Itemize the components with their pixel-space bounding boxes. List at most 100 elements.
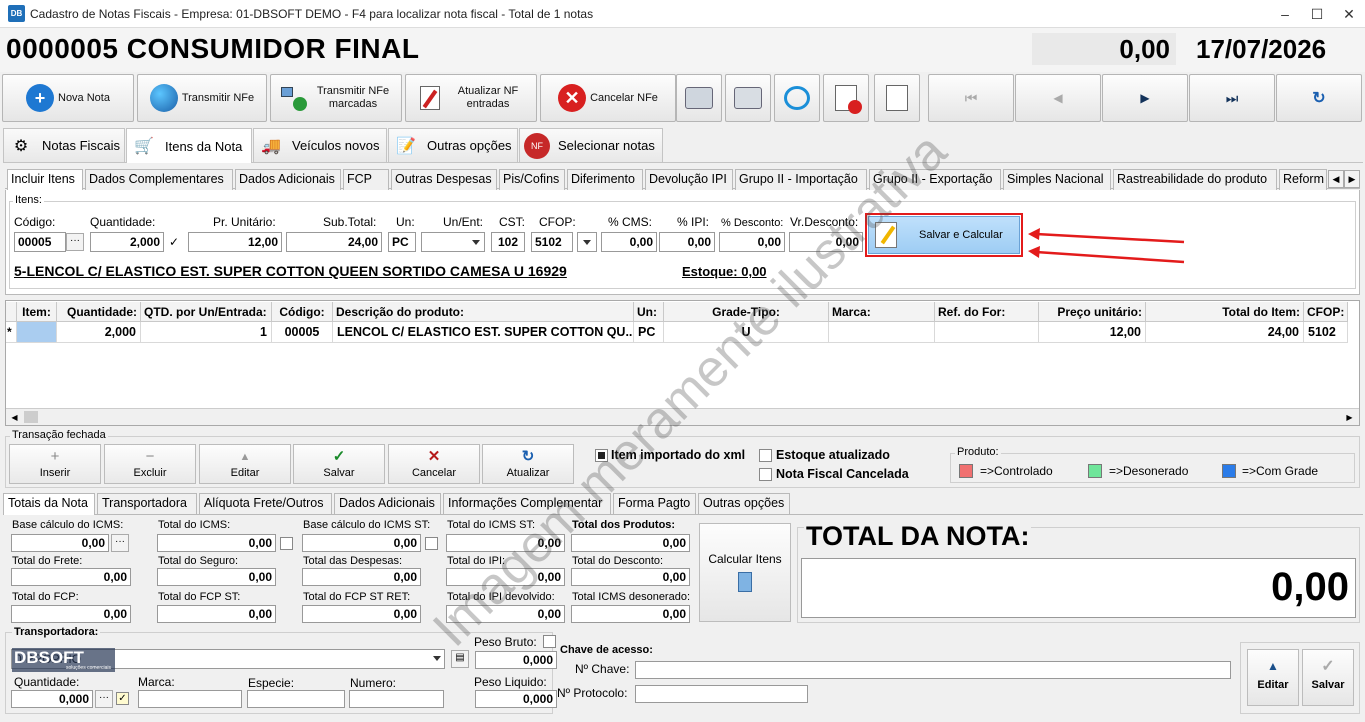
nf-cancelada-checkbox[interactable] — [759, 468, 772, 481]
subtab-rastreabilidade[interactable]: Rastreabilidade do produto — [1113, 169, 1277, 190]
quantidade-vol-lookup[interactable]: ··· — [95, 690, 113, 708]
total-fcp-value[interactable]: 0,00 — [11, 605, 131, 623]
maximize-button[interactable]: ☐ — [1302, 2, 1332, 26]
subtab-outras-despesas[interactable]: Outras Despesas — [391, 169, 497, 190]
cancel-xml-button[interactable] — [823, 74, 869, 122]
atualizar-item-button[interactable]: ↻ Atualizar — [482, 444, 574, 484]
subtab-simples-nacional[interactable]: Simples Nacional — [1003, 169, 1111, 190]
marca-input[interactable] — [138, 690, 242, 708]
cell-descricao[interactable]: LENCOL C/ ELASTICO EST. SUPER COTTON QU.… — [333, 322, 634, 343]
email-button[interactable] — [774, 74, 820, 122]
pr-unitario-input[interactable]: 12,00 — [188, 232, 282, 252]
inserir-button[interactable]: + Inserir — [9, 444, 101, 484]
subtab-dados-adicionais[interactable]: Dados Adicionais — [235, 169, 341, 190]
cms-input[interactable]: 0,00 — [601, 232, 657, 252]
salvar-nota-button[interactable]: ✓ Salvar — [1302, 649, 1354, 706]
cancelar-item-button[interactable]: ✕ Cancelar — [388, 444, 480, 484]
total-frete-value[interactable]: 0,00 — [11, 568, 131, 586]
desconto-input[interactable]: 0,00 — [719, 232, 785, 252]
subtab-grupo-exportacao[interactable]: Grupo II - Exportação — [869, 169, 1001, 190]
total-fcp-st-ret-value[interactable]: 0,00 — [302, 605, 421, 623]
cell-preco[interactable]: 12,00 — [1039, 322, 1146, 343]
cancelar-nfe-button[interactable]: ✕ Cancelar NFe — [540, 74, 676, 122]
col-un[interactable]: Un: — [634, 302, 664, 322]
peso-bruto-value[interactable]: 0,000 — [475, 651, 557, 669]
codigo-input[interactable]: 00005 — [14, 232, 66, 252]
btab-outras-opcoes[interactable]: Outras opções — [698, 493, 790, 514]
subtab-devolucao-ipi[interactable]: Devolução IPI — [645, 169, 733, 190]
col-qtd-un-entrada[interactable]: QTD. por Un/Entrada: — [141, 302, 272, 322]
btab-dados-adicionais[interactable]: Dados Adicionais — [334, 493, 441, 514]
btab-totais[interactable]: Totais da Nota — [3, 493, 95, 515]
numero-input[interactable] — [349, 690, 444, 708]
total-fcp-st-value[interactable]: 0,00 — [157, 605, 276, 623]
btab-transportadora[interactable]: Transportadora — [97, 493, 197, 514]
tab-notas-fiscais[interactable]: ⚙ Notas Fiscais — [3, 128, 125, 162]
total-seguro-value[interactable]: 0,00 — [157, 568, 276, 586]
xml-star-button[interactable] — [874, 74, 920, 122]
cell-qtd-un[interactable]: 1 — [141, 322, 272, 343]
scroll-thumb[interactable] — [24, 411, 38, 423]
col-marca[interactable]: Marca: — [829, 302, 935, 322]
cell-ref[interactable] — [935, 322, 1039, 343]
btab-aliquota[interactable]: Alíquota Frete/Outros — [199, 493, 332, 514]
especie-input[interactable] — [247, 690, 345, 708]
tab-veiculos-novos[interactable]: 🚚 Veículos novos — [253, 128, 387, 162]
total-despesas-value[interactable]: 0,00 — [302, 568, 421, 586]
subtab-dados-complementares[interactable]: Dados Complementares — [85, 169, 233, 190]
cell-un[interactable]: PC — [634, 322, 664, 343]
total-icms-deson-value[interactable]: 0,00 — [571, 605, 690, 623]
nav-first-button[interactable]: ⏮ — [928, 74, 1014, 122]
un-ent-select[interactable] — [421, 232, 485, 252]
col-cfop[interactable]: CFOP: — [1304, 302, 1348, 322]
transmitir-nfe-button[interactable]: Transmitir NFe — [137, 74, 267, 122]
col-ref-for[interactable]: Ref. do For: — [935, 302, 1039, 322]
total-icms-st-value[interactable]: 0,00 — [446, 534, 565, 552]
total-produtos-value[interactable]: 0,00 — [571, 534, 690, 552]
col-total-item[interactable]: Total do Item: — [1146, 302, 1304, 322]
subtab-fcp[interactable]: FCP — [343, 169, 389, 190]
peso-bruto-checkbox[interactable] — [543, 635, 556, 648]
cell-cfop[interactable]: 5102 — [1304, 322, 1348, 343]
print-button[interactable] — [676, 74, 722, 122]
quantidade-input[interactable]: 2,000 — [90, 232, 164, 252]
transportadora-dropdown[interactable] — [431, 649, 445, 669]
cell-quantidade[interactable]: 2,000 — [57, 322, 141, 343]
editar-nota-button[interactable]: ▲ Editar — [1247, 649, 1299, 706]
ipi-input[interactable]: 0,00 — [659, 232, 715, 252]
col-codigo[interactable]: Código: — [272, 302, 333, 322]
subtab-pis-cofins[interactable]: Pis/Cofins — [499, 169, 565, 190]
tabs-scroll-left[interactable]: ◀ — [1328, 170, 1344, 188]
col-descricao[interactable]: Descrição do produto: — [333, 302, 634, 322]
subtab-incluir-itens[interactable]: Incluir Itens — [7, 169, 83, 191]
tab-selecionar-notas[interactable]: NF Selecionar notas — [519, 128, 663, 162]
col-preco-unitario[interactable]: Preço unitário: — [1039, 302, 1146, 322]
subtotal-input[interactable]: 24,00 — [286, 232, 382, 252]
tab-outras-opcoes[interactable]: 📝 Outras opções — [388, 128, 518, 162]
total-icms-checkbox[interactable] — [280, 537, 293, 550]
calcular-itens-button[interactable]: Calcular Itens — [699, 523, 791, 622]
peso-liquido-value[interactable]: 0,000 — [475, 690, 557, 708]
atualizar-nf-button[interactable]: Atualizar NF entradas — [405, 74, 537, 122]
col-quantidade[interactable]: Quantidade: — [57, 302, 141, 322]
total-ipi-dev-value[interactable]: 0,00 — [446, 605, 565, 623]
base-icms-value[interactable]: 0,00 — [11, 534, 109, 552]
cfop-select[interactable] — [577, 232, 597, 252]
col-item[interactable]: Item: — [17, 302, 57, 322]
col-grade-tipo[interactable]: Grade-Tipo: — [664, 302, 829, 322]
print-preview-button[interactable] — [725, 74, 771, 122]
total-icms-value[interactable]: 0,00 — [157, 534, 276, 552]
btab-forma-pagto[interactable]: Forma Pagto — [613, 493, 696, 514]
subtab-reform[interactable]: Reform — [1279, 169, 1327, 190]
n-chave-input[interactable] — [635, 661, 1231, 679]
nav-prev-button[interactable]: ◀ — [1015, 74, 1101, 122]
nova-nota-button[interactable]: + Nova Nota — [2, 74, 134, 122]
salvar-calcular-button[interactable]: Salvar e Calcular — [868, 216, 1020, 254]
base-icms-st-value[interactable]: 0,00 — [302, 534, 421, 552]
total-desconto-value[interactable]: 0,00 — [571, 568, 690, 586]
codigo-lookup-button[interactable]: ··· — [66, 233, 84, 251]
cst-input[interactable]: 102 — [491, 232, 525, 252]
minimize-button[interactable]: – — [1270, 2, 1300, 26]
total-ipi-value[interactable]: 0,00 — [446, 568, 565, 586]
subtab-grupo-importacao[interactable]: Grupo II - Importação — [735, 169, 867, 190]
